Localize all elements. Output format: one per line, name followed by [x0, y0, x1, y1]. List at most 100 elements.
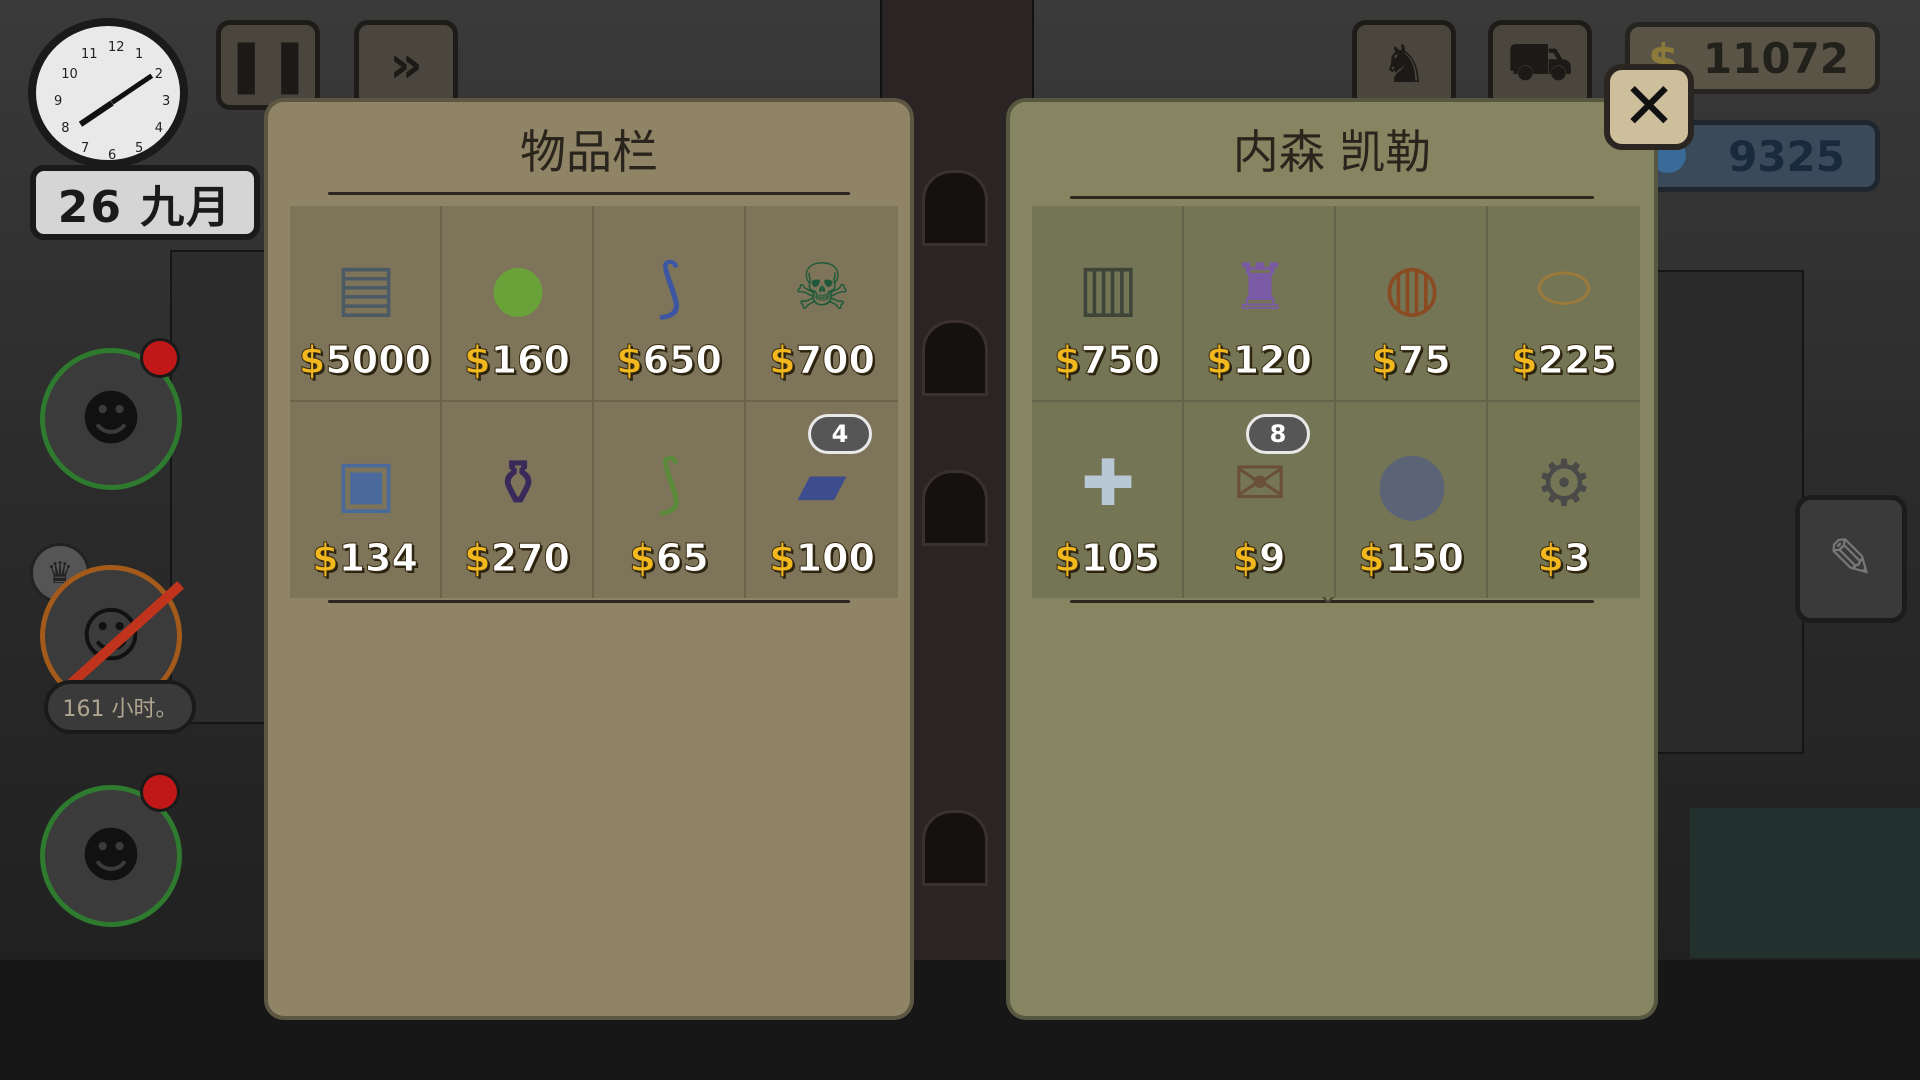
item-price: $75: [1336, 338, 1486, 383]
dollar-sign: $: [464, 536, 491, 581]
price-value: 270: [490, 536, 570, 581]
kettlebell-icon: ⬤: [1376, 447, 1448, 521]
reputation-value: 9325: [1728, 131, 1845, 181]
clock-number: 1: [135, 47, 144, 63]
item-price: $160: [442, 338, 592, 383]
divider: [328, 600, 850, 603]
item-slot[interactable]: ⟆ $650: [594, 206, 746, 402]
clock-number: 7: [81, 140, 90, 156]
fast-forward-button[interactable]: »: [354, 20, 458, 110]
clock-number: 8: [61, 121, 70, 136]
item-slot[interactable]: ⟆ $65: [594, 402, 746, 598]
money-bills-icon: ▤: [335, 251, 397, 325]
cart-icon: ⛟: [1507, 31, 1573, 92]
item-slot[interactable]: ⬭ $225: [1488, 206, 1640, 402]
item-slot[interactable]: ⬤ $150: [1336, 402, 1488, 598]
item-slot[interactable]: ♜ $120: [1184, 206, 1336, 402]
item-slot[interactable]: ☠ $700: [746, 206, 898, 402]
dollar-sign: $: [1371, 338, 1398, 383]
clock-number: 12: [108, 40, 125, 55]
tenant-hours-label: 161 小时。: [44, 680, 196, 734]
price-value: 3: [1563, 536, 1591, 581]
money-value: 11072: [1702, 33, 1849, 83]
moonshine-jug-icon: ⚱: [491, 447, 545, 521]
item-slot[interactable]: ⚙ $3: [1488, 402, 1640, 598]
shop-cart-button[interactable]: ⛟: [1488, 20, 1592, 110]
item-price: $150: [1336, 536, 1486, 581]
trader-grid: ▥ $750 ♜ $120 ◍ $75 ⬭ $225 ✚ $105 ✉ $9 8 ⬤ $150 ⚙ $3: [1032, 206, 1640, 598]
price-value: 105: [1080, 536, 1160, 581]
bag-icon: ♞: [1380, 35, 1428, 95]
item-price: $100: [746, 536, 898, 581]
date-display: 26 九月: [30, 165, 260, 240]
item-price: $134: [290, 536, 440, 581]
blue-tie-icon: ⟆: [657, 251, 683, 325]
item-price: $270: [442, 536, 592, 581]
dollar-sign: $: [1358, 536, 1385, 581]
item-slot[interactable]: ● $160: [442, 206, 594, 402]
clock-number: 6: [108, 148, 117, 163]
item-slot[interactable]: ▤ $5000: [290, 206, 442, 402]
price-value: 650: [642, 338, 722, 383]
dollar-sign: $: [1054, 536, 1081, 581]
inventory-title: 物品栏: [520, 125, 658, 179]
journal-button[interactable]: ✎: [1795, 495, 1907, 623]
price-value: 75: [1397, 338, 1451, 383]
trader-name: 内森 凯勒: [1232, 125, 1432, 179]
stack-count-badge: 8: [1246, 414, 1310, 454]
green-tie-icon: ⟆: [657, 447, 683, 521]
price-value: 5000: [325, 338, 432, 383]
price-value: 700: [795, 338, 875, 383]
inventory-bag-button[interactable]: ♞: [1352, 20, 1456, 110]
scroll-down-chevron-icon[interactable]: ⌄: [1308, 582, 1348, 608]
notification-dot: [140, 772, 180, 812]
clock-number: 3: [162, 94, 171, 109]
clock-number: 2: [154, 67, 164, 82]
poison-bottle-icon: ☠: [793, 251, 851, 325]
price-value: 160: [490, 338, 570, 383]
dollar-sign: $: [464, 338, 491, 383]
dollar-sign: $: [1054, 338, 1081, 383]
dollar-sign: $: [769, 338, 796, 383]
dollar-sign: $: [1537, 536, 1564, 581]
close-button[interactable]: ✕: [1604, 64, 1694, 150]
price-value: 225: [1537, 338, 1617, 383]
roast-chicken-icon: ◍: [1384, 251, 1440, 325]
clock-number: 11: [81, 47, 98, 63]
price-value: 100: [795, 536, 875, 581]
xray-films-icon: ▥: [1077, 251, 1139, 325]
price-value: 134: [338, 536, 418, 581]
price-value: 120: [1232, 338, 1312, 383]
dollar-sign: $: [1206, 338, 1233, 383]
item-slot[interactable]: ◍ $75: [1336, 206, 1488, 402]
item-price: $650: [594, 338, 744, 383]
pause-button[interactable]: ❚❚: [216, 20, 320, 110]
item-slot[interactable]: ▣ $134: [290, 402, 442, 598]
item-slot[interactable]: ✉ $9 8: [1184, 402, 1336, 598]
price-value: 750: [1080, 338, 1160, 383]
medical-coat-icon: ✚: [1081, 447, 1135, 521]
purple-shirt-icon: ♜: [1231, 251, 1289, 325]
pause-icon: ❚❚: [224, 35, 312, 95]
item-price: $120: [1184, 338, 1334, 383]
divider: [328, 192, 850, 195]
item-slot[interactable]: ✚ $105: [1032, 402, 1184, 598]
item-price: $225: [1488, 338, 1640, 383]
item-slot[interactable]: ▰ $100 4: [746, 402, 898, 598]
gear-wrench-icon: ⚙: [1535, 447, 1593, 521]
item-price: $65: [594, 536, 744, 581]
price-value: 150: [1384, 536, 1464, 581]
item-slot[interactable]: ⚱ $270: [442, 402, 594, 598]
ink-bottle-icon: ▣: [335, 447, 397, 521]
item-slot[interactable]: ▥ $750: [1032, 206, 1184, 402]
journal-icon: ✎: [1827, 526, 1875, 592]
clock-number: 4: [154, 121, 164, 136]
wall-clock: 12 1 2 3 4 5 6 7 8 9 10 11: [28, 18, 188, 168]
fast-forward-icon: »: [389, 35, 423, 95]
clock-number: 5: [135, 140, 144, 156]
dollar-sign: $: [769, 536, 796, 581]
clock-number: 10: [61, 67, 78, 82]
price-value: 65: [655, 536, 709, 581]
cap-face-icon: ☻: [79, 821, 143, 891]
room-interior: [1690, 808, 1920, 958]
